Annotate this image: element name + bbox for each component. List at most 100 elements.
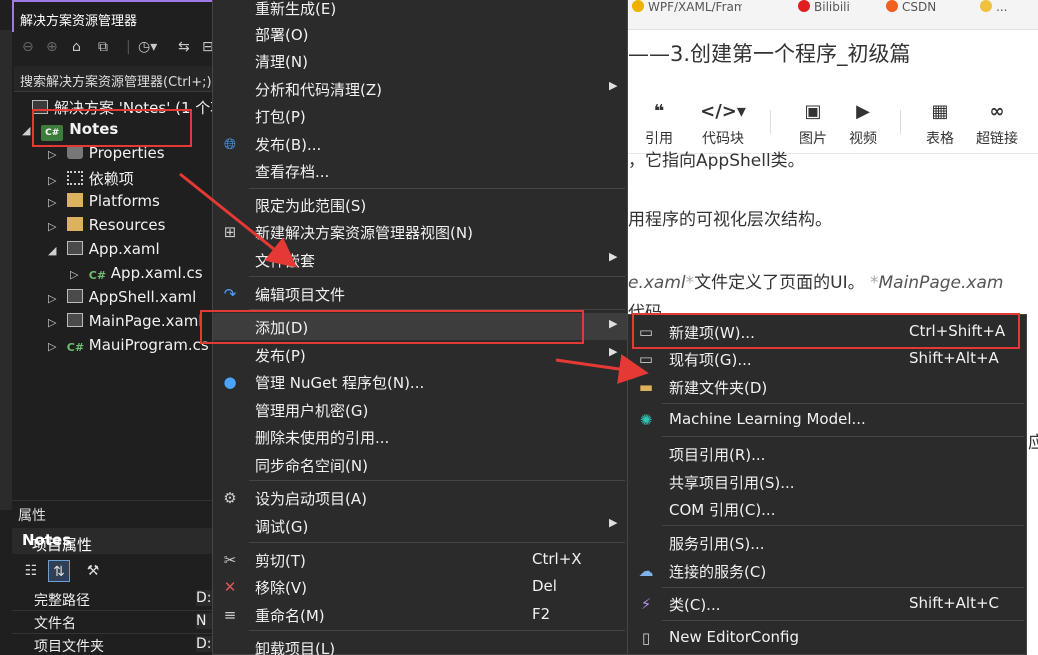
collapsed-arrow-icon[interactable]: ▷ xyxy=(48,340,62,353)
submenu-item-existing-item[interactable]: ▭ 现有项(G)... Shift+Alt+A xyxy=(628,345,1026,372)
collapsed-arrow-icon[interactable]: ▷ xyxy=(48,220,62,233)
menu-item-nuget[interactable]: ● 管理 NuGet 程序包(N)... xyxy=(213,368,627,395)
annotation-box-notes xyxy=(32,109,192,147)
menu-item-unload-project[interactable]: 卸载项目(L) xyxy=(213,634,627,655)
tree-item[interactable]: ▷ MainPage.xaml xyxy=(48,312,203,334)
menu-item-deploy[interactable]: 部署(O) xyxy=(213,20,627,47)
divider-icon: | xyxy=(126,39,131,55)
forward-icon[interactable]: ⊕ xyxy=(46,39,58,55)
property-row[interactable]: 文件名 N xyxy=(12,611,212,634)
publish-globe-icon: 🌐︎ xyxy=(223,135,236,153)
article-paragraph: 用程序的可视化层次结构。 xyxy=(628,210,832,230)
property-row[interactable]: 完整路径 D: xyxy=(12,588,212,611)
submenu-item-new-folder[interactable]: ▬ 新建文件夹(D) xyxy=(628,373,1026,400)
menu-item-sync-namespace[interactable]: 同步命名空间(N) xyxy=(213,451,627,478)
browser-tab[interactable]: Bilibili xyxy=(798,0,858,12)
menu-item-view-archive[interactable]: 查看存档... xyxy=(213,157,627,184)
menu-item-scope[interactable]: 限定为此范围(S) xyxy=(213,191,627,218)
menu-item-debug[interactable]: 调试(G) ▶ xyxy=(213,512,627,539)
toolbar-divider xyxy=(900,110,901,134)
tree-item[interactable]: ▷ Platforms xyxy=(48,192,160,214)
menu-separator xyxy=(249,542,625,543)
menu-item-user-secrets[interactable]: 管理用户机密(G) xyxy=(213,396,627,423)
tree-item[interactable]: ▷ C# App.xaml.cs xyxy=(70,264,203,286)
solution-explorer-panel: 解决方案资源管理器 ⊖ ⊕ ⌂ ⧉ | ◷▾ ⇆ ⊟ 搜索解决方案资源管理器(C… xyxy=(0,0,212,655)
menu-separator xyxy=(249,630,625,631)
solution-explorer-search[interactable]: 搜索解决方案资源管理器(Ctrl+;) xyxy=(14,66,212,92)
menu-item-pack[interactable]: 打包(P) xyxy=(213,102,627,129)
nuget-icon: ● xyxy=(223,373,237,391)
rename-icon: ≡ xyxy=(223,606,237,624)
toolbar-image-button[interactable]: ▣ 图片 xyxy=(786,100,840,148)
menu-item-publish-p[interactable]: 发布(P) ▶ xyxy=(213,341,627,368)
submenu-item-shared-project-reference[interactable]: 共享项目引用(S)... xyxy=(628,468,1026,495)
menu-item-remove-unused-refs[interactable]: 删除未使用的引用... xyxy=(213,423,627,450)
submenu-item-ml-model[interactable]: ✺ Machine Learning Model... xyxy=(628,406,1026,433)
tree-item[interactable]: ◢ App.xaml xyxy=(48,240,160,262)
categorized-icon[interactable]: ☷ xyxy=(20,560,42,582)
link-icon: ∞ xyxy=(989,101,1005,122)
collapsed-arrow-icon[interactable]: ▷ xyxy=(48,316,62,329)
submenu-item-project-reference[interactable]: 项目引用(R)... xyxy=(628,440,1026,467)
toolbar-video-button[interactable]: ▶ 视频 xyxy=(836,100,890,148)
menu-separator xyxy=(662,403,1024,404)
tree-item[interactable]: ▷ Properties xyxy=(48,144,165,166)
home-icon[interactable]: ⌂ xyxy=(72,39,81,55)
menu-item-rebuild[interactable]: 重新生成(E) xyxy=(213,0,627,21)
menu-item-remove[interactable]: ✕ 移除(V) Del xyxy=(213,573,627,600)
collapsed-arrow-icon[interactable]: ▷ xyxy=(48,148,62,161)
tree-item[interactable]: ▷ AppShell.xaml xyxy=(48,288,196,310)
submenu-item-service-reference[interactable]: 服务引用(S)... xyxy=(628,529,1026,556)
menu-separator xyxy=(662,525,1024,526)
class-icon: ⚡ xyxy=(640,595,652,613)
properties-title-bar[interactable]: 属性 xyxy=(12,500,212,526)
menu-item-edit-project[interactable]: ↷ 编辑项目文件 xyxy=(213,280,627,307)
collapse-icon[interactable]: ⊟ xyxy=(202,39,212,55)
menu-item-clean[interactable]: 清理(N) xyxy=(213,47,627,74)
property-row[interactable]: 项目文件夹 D: xyxy=(12,634,212,655)
collapsed-arrow-icon[interactable]: ▷ xyxy=(48,196,62,209)
toolbar-quote-button[interactable]: ❝ 引用 xyxy=(632,100,686,148)
collapsed-arrow-icon[interactable]: ▷ xyxy=(70,268,84,281)
menu-separator xyxy=(249,188,625,189)
tree-item[interactable]: ▷ 依赖项 xyxy=(48,168,134,190)
collapsed-arrow-icon[interactable]: ▷ xyxy=(48,174,62,187)
code-icon: </>▾ xyxy=(700,101,746,122)
toolbar-table-button[interactable]: ▦ 表格 xyxy=(913,100,967,148)
toolbar-code-button[interactable]: </>▾ 代码块 xyxy=(696,100,750,148)
back-icon[interactable]: ⊖ xyxy=(22,39,34,55)
alphabetical-icon[interactable]: ⇅ xyxy=(48,560,70,582)
tree-item[interactable]: ▷ C# MauiProgram.cs xyxy=(48,336,209,358)
menu-item-new-se-view[interactable]: ⊞ 新建解决方案资源管理器视图(N) xyxy=(213,218,627,245)
property-pages-icon[interactable]: ⚒ xyxy=(82,560,104,582)
menu-item-file-nesting[interactable]: 文件嵌套 ▶ xyxy=(213,246,627,273)
connected-service-icon: ☁ xyxy=(638,562,654,580)
menu-item-set-startup[interactable]: ⚙ 设为启动项目(A) xyxy=(213,484,627,511)
menu-item-cut[interactable]: ✂ 剪切(T) Ctrl+X xyxy=(213,546,627,573)
submenu-item-com-reference[interactable]: COM 引用(C)... xyxy=(628,495,1026,522)
editor-toolbar: ❝ 引用 </>▾ 代码块 ▣ 图片 ▶ 视频 ▦ 表格 ∞ 超链接 xyxy=(628,92,1038,154)
sync-icon[interactable]: ⇆ xyxy=(178,39,190,55)
add-submenu: ▭ 新建项(W)... Ctrl+Shift+A ▭ 现有项(G)... Shift+A… xyxy=(627,314,1027,655)
browser-tab[interactable]: ... xyxy=(980,0,1036,12)
collapsed-arrow-icon[interactable]: ▷ xyxy=(48,292,62,305)
tree-item[interactable]: ▷ Resources xyxy=(48,216,165,238)
edit-project-icon: ↷ xyxy=(223,285,237,303)
csharp-file-icon: C# xyxy=(66,341,85,354)
submenu-item-class[interactable]: ⚡ 类(C)... Shift+Alt+C xyxy=(628,590,1026,617)
editorconfig-icon: ▯ xyxy=(641,629,651,647)
menu-item-publish[interactable]: 🌐︎ 发布(B)... xyxy=(213,130,627,157)
menu-item-analyze[interactable]: 分析和代码清理(Z) ▶ xyxy=(213,75,627,102)
expanded-arrow-icon[interactable]: ◢ xyxy=(48,244,62,257)
pending-changes-icon[interactable]: ◷▾ xyxy=(138,39,157,55)
solution-explorer-title-bar[interactable]: 解决方案资源管理器 xyxy=(12,0,212,32)
submenu-item-new-editorconfig[interactable]: ▯ New EditorConfig xyxy=(628,624,1026,651)
browser-tab[interactable]: WPF/XAML/Framew xyxy=(632,0,742,12)
submenu-item-connected-services[interactable]: ☁ 连接的服务(C) xyxy=(628,557,1026,584)
menu-item-rename[interactable]: ≡ 重命名(M) F2 xyxy=(213,601,627,628)
toolbar-link-button[interactable]: ∞ 超链接 xyxy=(970,100,1024,148)
xaml-file-icon xyxy=(66,313,83,327)
browser-tab[interactable]: CSDN xyxy=(886,0,946,12)
switch-view-icon[interactable]: ⧉ xyxy=(98,39,108,55)
remove-x-icon: ✕ xyxy=(223,578,237,596)
